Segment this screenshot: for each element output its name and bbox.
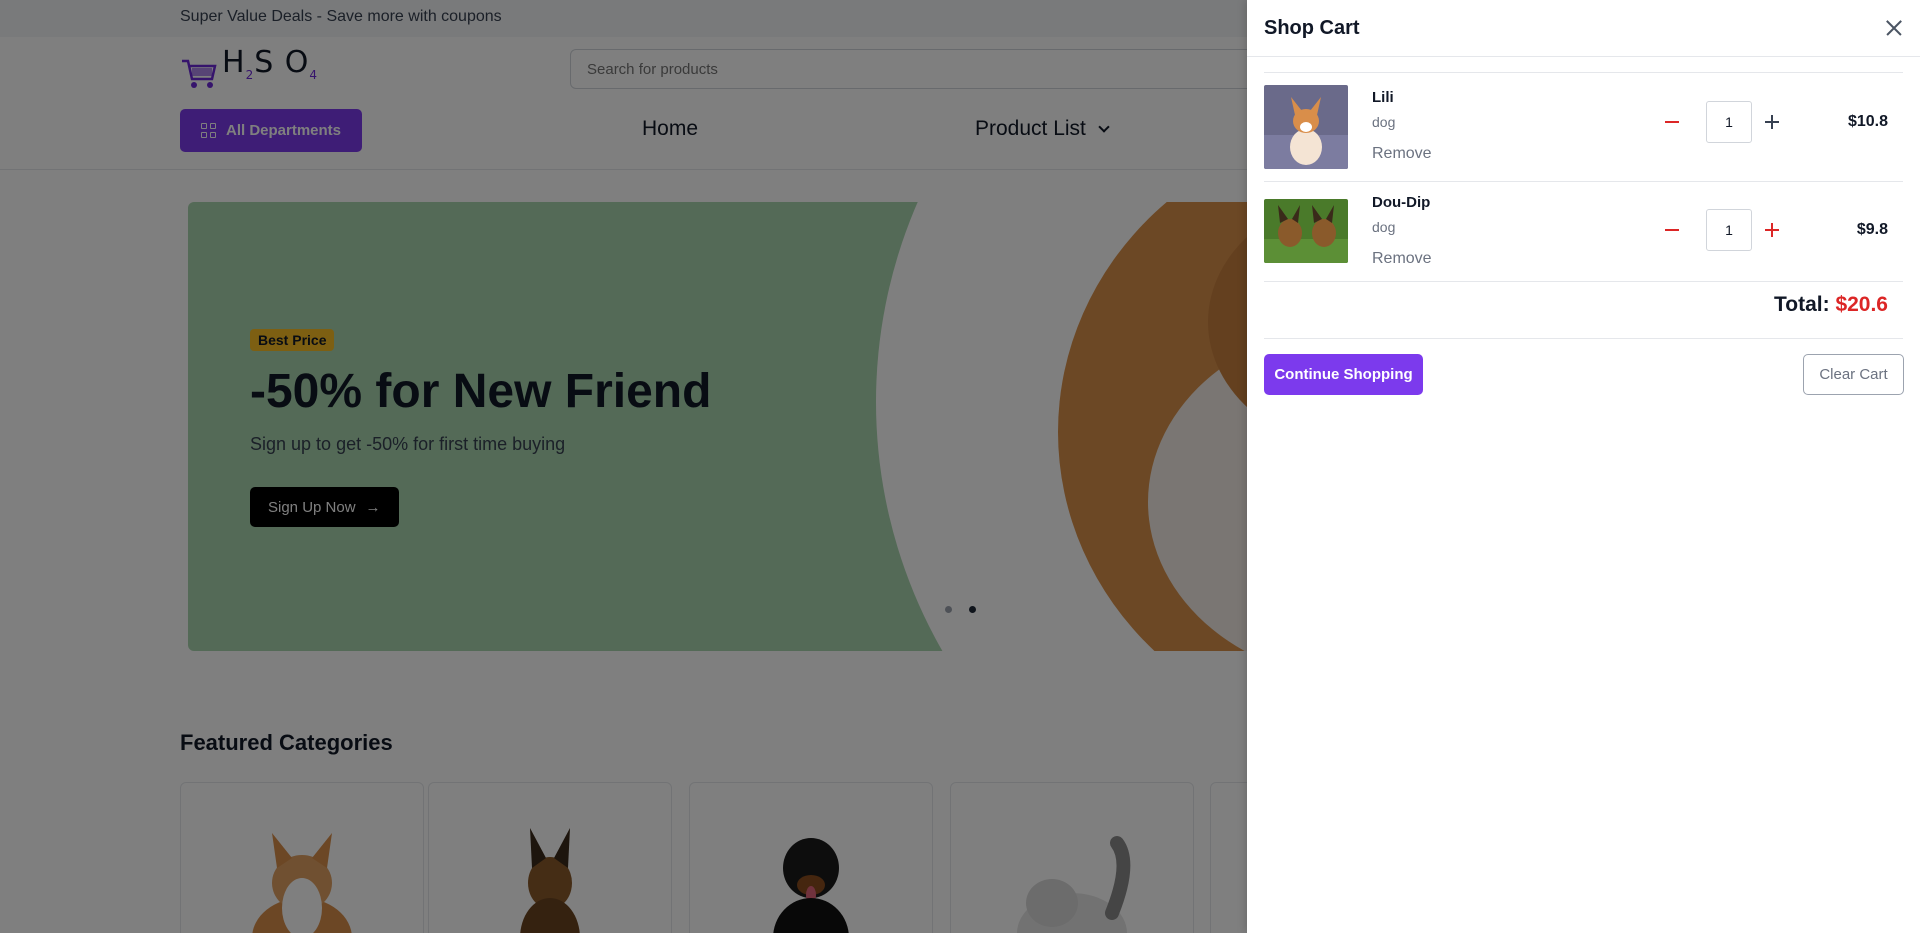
item-name: Lili bbox=[1372, 89, 1394, 106]
total-value: $20.6 bbox=[1835, 293, 1888, 316]
product-image[interactable] bbox=[1264, 199, 1348, 263]
item-name: Dou-Dip bbox=[1372, 194, 1431, 211]
item-category: dog bbox=[1372, 219, 1396, 235]
item-category: dog bbox=[1372, 114, 1396, 130]
increase-quantity-icon[interactable] bbox=[1761, 111, 1783, 133]
continue-shopping-button[interactable]: Continue Shopping bbox=[1264, 354, 1423, 395]
remove-item-button[interactable]: Remove bbox=[1372, 250, 1432, 268]
decrease-quantity-icon[interactable] bbox=[1661, 219, 1683, 241]
divider bbox=[1264, 281, 1903, 282]
quantity-input[interactable] bbox=[1706, 209, 1752, 251]
shop-cart-drawer: Shop Cart Lili dog Remove $10.8 bbox=[1247, 0, 1920, 933]
drawer-header: Shop Cart bbox=[1247, 0, 1920, 57]
drawer-title: Shop Cart bbox=[1264, 17, 1360, 39]
divider bbox=[1264, 338, 1903, 339]
item-price: $10.8 bbox=[1847, 113, 1888, 130]
product-image[interactable] bbox=[1264, 85, 1348, 169]
total-label: Total: bbox=[1773, 293, 1830, 316]
item-price: $9.8 bbox=[1856, 221, 1888, 238]
cart-item: Lili dog Remove $10.8 bbox=[1264, 73, 1903, 177]
remove-item-button[interactable]: Remove bbox=[1372, 145, 1432, 163]
decrease-quantity-icon[interactable] bbox=[1661, 111, 1683, 133]
quantity-input[interactable] bbox=[1706, 101, 1752, 143]
close-icon[interactable] bbox=[1882, 16, 1906, 40]
cart-item: Dou-Dip dog Remove $9.8 bbox=[1264, 182, 1903, 286]
cart-total: Total: $20.6 bbox=[1774, 293, 1888, 317]
increase-quantity-icon[interactable] bbox=[1761, 219, 1783, 241]
clear-cart-button[interactable]: Clear Cart bbox=[1803, 354, 1904, 395]
